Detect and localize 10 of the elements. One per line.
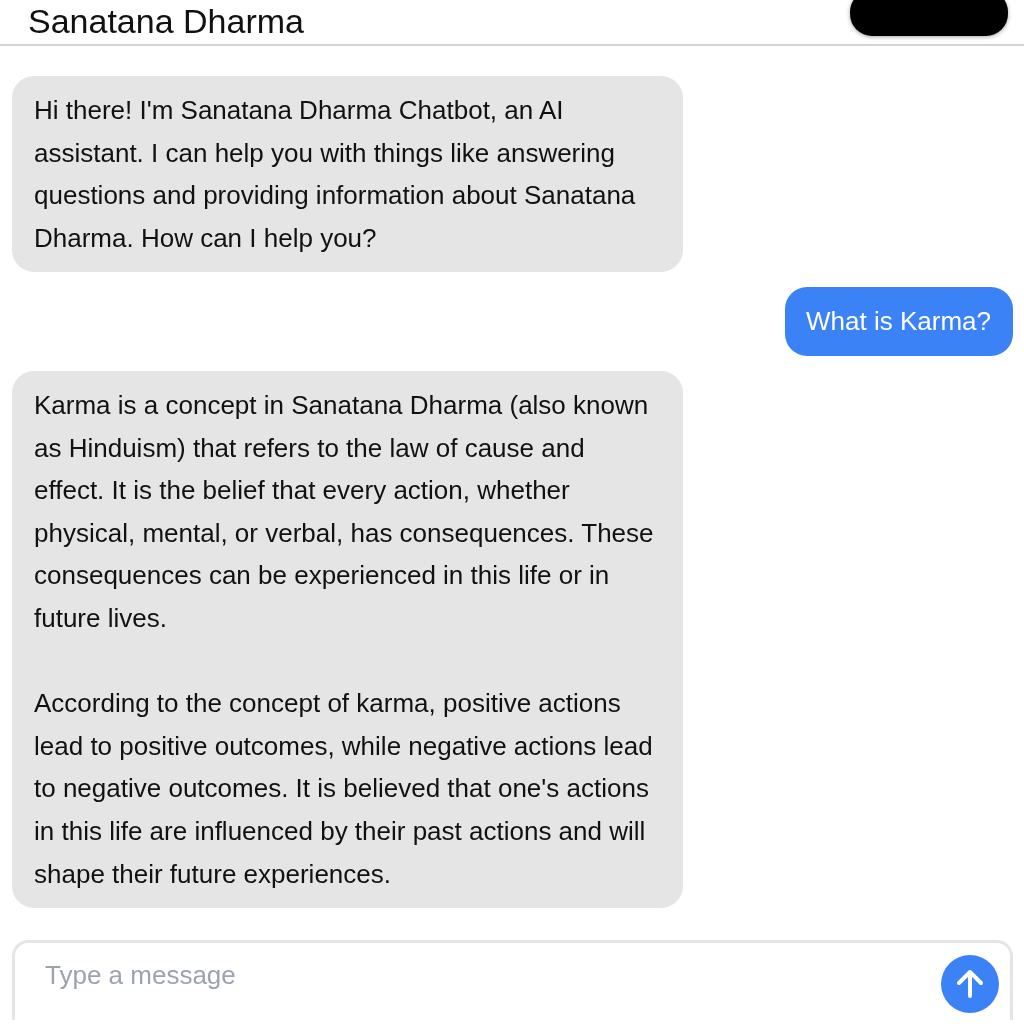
bot-message: Hi there! I'm Sanatana Dharma Chatbot, an AI assistant. I can help you with things like answering questions and providing information about Sanatana Dharma. How can I help you? — [12, 76, 683, 273]
message-input[interactable]: Type a message — [45, 955, 941, 996]
send-button[interactable] — [941, 955, 999, 1014]
message-paragraph: Karma is a concept in Sanatana Dharma (also known as Hinduism) that refers to the law of cause and effect. It is the belief that every action, whether physical, mental, or verbal, has consequences. These consequences can be experienced in this life or in future lives. — [34, 388, 655, 635]
app-title: Sanatana Dharma — [28, 2, 304, 40]
message-paragraph: According to the concept of karma, positive actions lead to positive outcomes, while negative actions lead to negative outcomes. It is believed that one's actions in this life are influenced by their past actions and will shape their future experiences. — [34, 687, 654, 891]
message-field[interactable]: Type a message — [12, 940, 1013, 1021]
arrow-up-icon — [955, 969, 985, 1000]
header-button[interactable] — [850, 0, 1008, 36]
user-message: What is Karma? — [785, 287, 1013, 356]
